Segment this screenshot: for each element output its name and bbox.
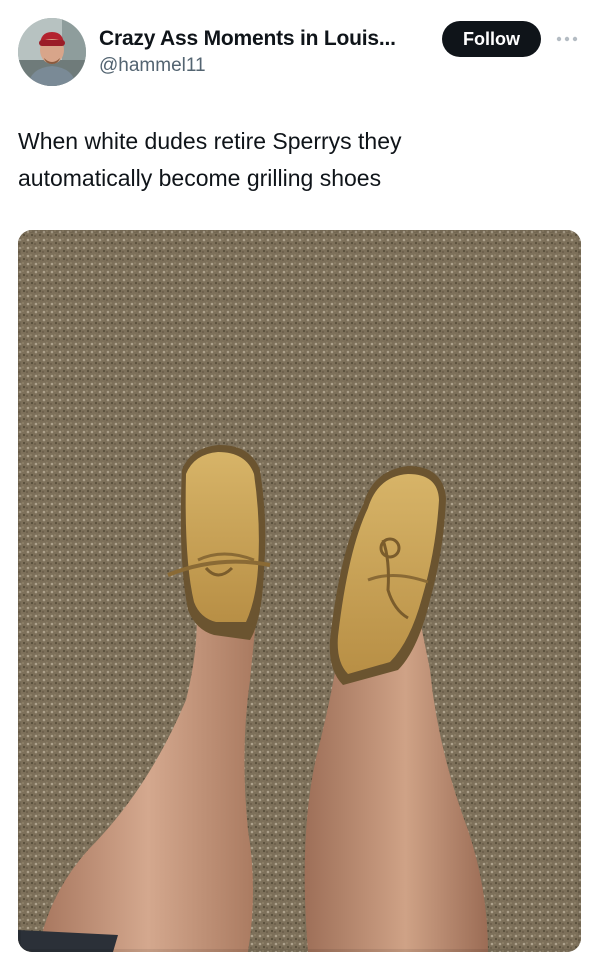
legs-in-boat-shoes-on-carpet-photo <box>18 230 581 952</box>
user-meta: Crazy Ass Moments in Louis... @hammel11 <box>99 26 429 78</box>
user-handle[interactable]: @hammel11 <box>99 54 429 78</box>
tweet-text: When white dudes retire Sperrys they aut… <box>18 123 578 197</box>
tweet-text-line-2: automatically become grilling shoes <box>18 165 382 191</box>
display-name[interactable]: Crazy Ass Moments in Louis... <box>99 26 429 52</box>
tweet-text-line-1: When white dudes retire Sperrys they <box>18 128 402 154</box>
follow-button[interactable]: Follow <box>442 21 541 57</box>
tweet-header: Crazy Ass Moments in Louis... @hammel11 … <box>0 0 600 100</box>
avatar-image <box>18 18 86 86</box>
more-horizontal-icon <box>556 36 578 42</box>
more-options-button[interactable] <box>552 26 582 52</box>
tweet-photo[interactable] <box>18 230 581 952</box>
avatar[interactable] <box>18 18 86 86</box>
